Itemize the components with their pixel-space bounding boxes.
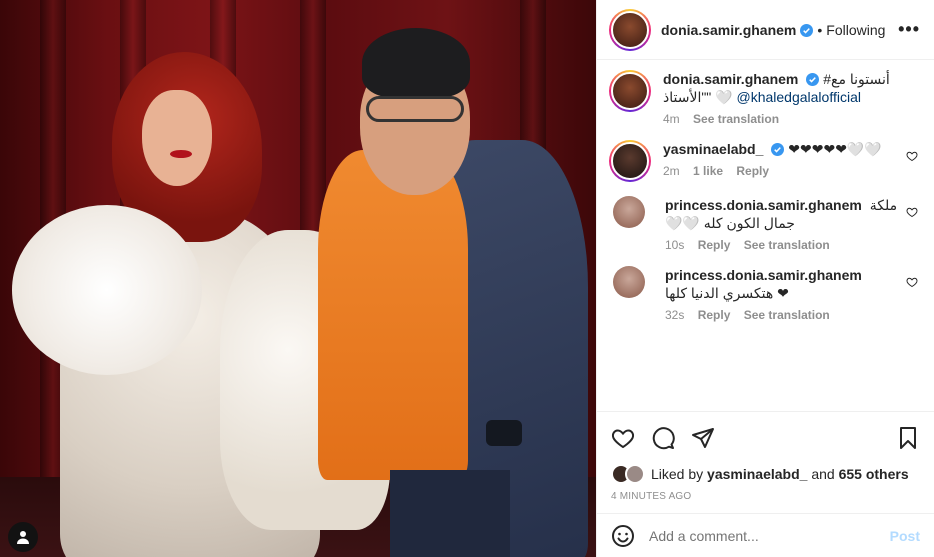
comment-time: 2m — [663, 164, 680, 178]
caption-avatar[interactable] — [609, 70, 651, 112]
comment-item: princess.donia.samir.ghanem هتكسري الدني… — [609, 266, 922, 322]
comment-icon[interactable] — [651, 426, 675, 450]
likes-others-link[interactable]: 655 others — [839, 466, 909, 482]
author-avatar[interactable] — [609, 8, 651, 51]
user-tag-icon — [17, 531, 29, 544]
heart-icon[interactable] — [906, 150, 918, 162]
heart-icon[interactable] — [611, 426, 635, 450]
woman-lips — [170, 150, 192, 158]
verified-icon — [800, 23, 814, 37]
emoji-icon[interactable] — [611, 524, 635, 548]
comment-meta: 10s Reply See translation — [665, 238, 898, 252]
add-comment-bar: Post — [597, 513, 934, 557]
heart-icon[interactable] — [906, 276, 918, 288]
post-timestamp: 4 MINUTES AGO — [611, 491, 692, 502]
liker-avatar — [625, 464, 645, 484]
reply-button[interactable]: Reply — [698, 238, 731, 252]
post-panel: donia.samir.ghanem • Following ••• donia… — [596, 0, 934, 557]
comments-list: donia.samir.ghanem أنستونا مع# ""الأستاذ… — [597, 60, 934, 411]
man-pants — [390, 470, 510, 557]
mention-link[interactable]: @khaledgalalofficial — [737, 89, 861, 105]
user-tag-button[interactable] — [8, 522, 38, 552]
post-photo[interactable] — [0, 0, 596, 557]
post-button[interactable]: Post — [890, 528, 920, 544]
comment-text: princess.donia.samir.ghanem ملكة 🤍🤍 جمال… — [665, 197, 898, 231]
man-shirt — [318, 150, 468, 480]
caption-time: 4m — [663, 112, 680, 126]
caption-username[interactable]: donia.samir.ghanem — [663, 71, 798, 87]
action-bar — [597, 411, 934, 463]
feather-fan — [12, 205, 202, 375]
comment-item: yasminaelabd_ ❤❤❤❤❤🤍🤍 2m 1 like Reply — [609, 140, 922, 182]
caption: donia.samir.ghanem أنستونا مع# ""الأستاذ… — [609, 70, 922, 126]
verified-icon — [771, 143, 785, 156]
comment-time: 32s — [665, 308, 685, 322]
man-glasses — [366, 96, 464, 122]
smartwatch — [486, 420, 522, 446]
comment-item: princess.donia.samir.ghanem ملكة 🤍🤍 جمال… — [609, 196, 922, 252]
comment-text: princess.donia.samir.ghanem هتكسري الدني… — [665, 267, 862, 301]
comment-username[interactable]: princess.donia.samir.ghanem — [665, 197, 862, 213]
man-hair — [362, 28, 470, 98]
author-username[interactable]: donia.samir.ghanem — [661, 22, 814, 38]
caption-text: donia.samir.ghanem أنستونا مع# ""الأستاذ… — [663, 71, 890, 105]
instagram-post: donia.samir.ghanem • Following ••• donia… — [0, 0, 934, 557]
caption-meta: 4m See translation — [663, 112, 898, 126]
reply-button[interactable]: Reply — [698, 308, 731, 322]
see-translation-link[interactable]: See translation — [744, 238, 830, 252]
comment-time: 10s — [665, 238, 685, 252]
reply-button[interactable]: Reply — [736, 164, 769, 178]
comment-likes-link[interactable]: 1 like — [693, 164, 723, 178]
commenter-avatar[interactable] — [609, 140, 651, 182]
likes-summary: Liked by yasminaelabd_ and 655 others — [597, 463, 934, 485]
see-translation-link[interactable]: See translation — [693, 112, 779, 126]
comment-username[interactable]: yasminaelabd_ — [663, 141, 763, 157]
following-button[interactable]: Following — [826, 22, 886, 38]
comment-meta: 2m 1 like Reply — [663, 164, 898, 178]
post-header: donia.samir.ghanem • Following ••• — [597, 0, 934, 60]
likes-text: Liked by yasminaelabd_ and 655 others — [651, 466, 909, 482]
bookmark-icon[interactable] — [896, 426, 920, 450]
heart-icon[interactable] — [906, 206, 918, 218]
see-translation-link[interactable]: See translation — [744, 308, 830, 322]
comment-meta: 32s Reply See translation — [665, 308, 898, 322]
more-icon[interactable]: ••• — [898, 19, 920, 40]
header-separator: • — [817, 21, 823, 38]
comment-username[interactable]: princess.donia.samir.ghanem — [665, 267, 862, 283]
woman-face — [142, 90, 212, 186]
verified-icon — [806, 73, 820, 86]
commenter-avatar[interactable] — [613, 266, 645, 298]
commenter-avatar[interactable] — [613, 196, 645, 228]
share-icon[interactable] — [691, 426, 715, 450]
liker-username[interactable]: yasminaelabd_ — [707, 466, 807, 482]
comment-input[interactable] — [649, 527, 890, 544]
comment-text: yasminaelabd_ ❤❤❤❤❤🤍🤍 — [663, 141, 882, 157]
